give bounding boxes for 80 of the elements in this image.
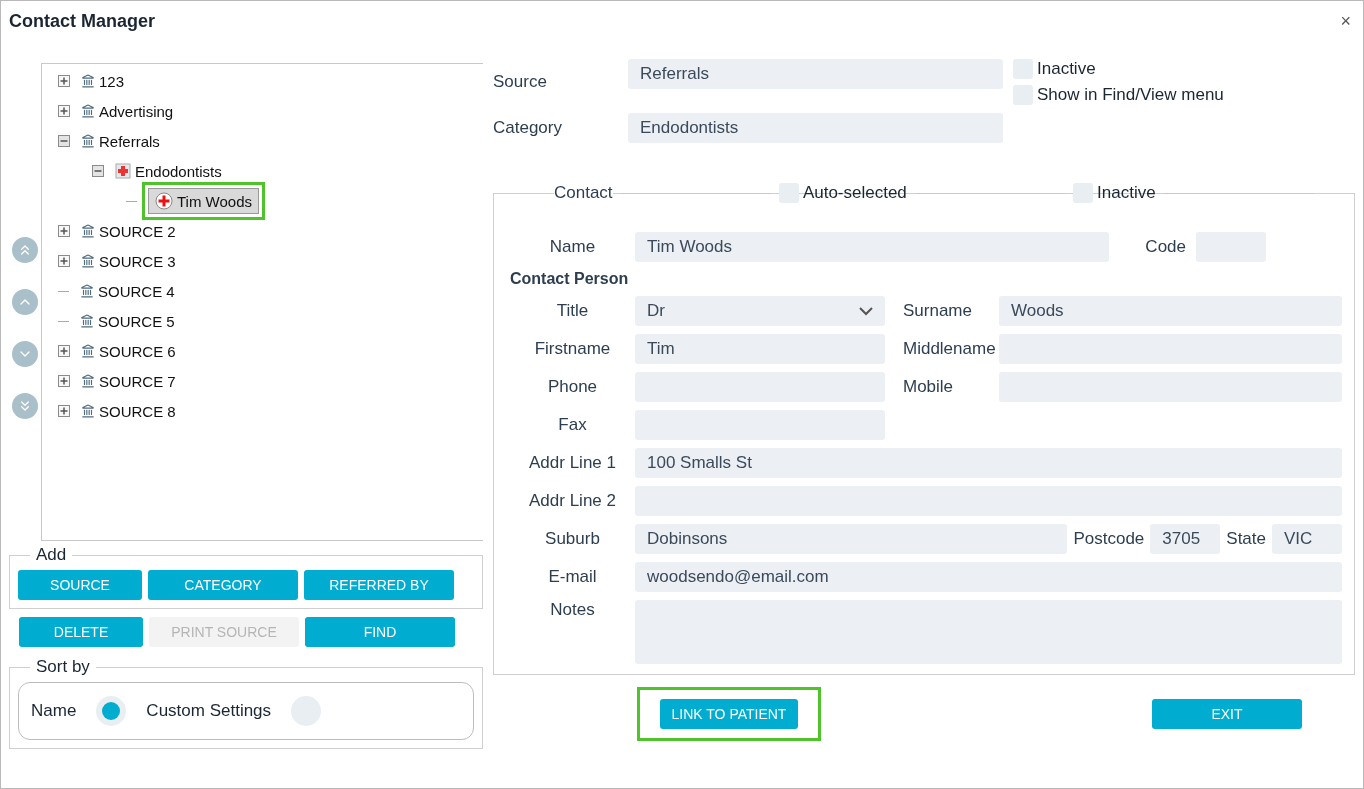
- tree-item[interactable]: 123: [81, 72, 125, 90]
- tree-item[interactable]: SOURCE 5: [80, 312, 175, 330]
- field-label: Mobile: [902, 377, 955, 397]
- input-field[interactable]: woodsendo@email.com: [635, 562, 1342, 592]
- bank-icon: [81, 374, 95, 388]
- move-top-button[interactable]: [12, 237, 38, 263]
- checkbox-label: Auto-selected: [802, 183, 907, 203]
- section-heading: Contact Person: [510, 270, 630, 288]
- bank-icon: [81, 224, 95, 238]
- close-button[interactable]: ×: [1336, 10, 1355, 32]
- window-title: Contact Manager: [9, 10, 156, 32]
- group-legend: Sort by: [30, 657, 96, 677]
- input-field[interactable]: Dobinsons: [635, 524, 1068, 554]
- move-bottom-button[interactable]: [12, 393, 38, 419]
- field-label: Addr Line 2: [528, 491, 617, 511]
- expand-icon[interactable]: [58, 105, 70, 117]
- expand-icon[interactable]: [58, 75, 70, 87]
- bank-icon: [81, 74, 95, 88]
- checkbox[interactable]: [778, 183, 799, 203]
- tree-item[interactable]: SOURCE 3: [81, 252, 176, 270]
- tree-item[interactable]: SOURCE 4: [80, 282, 175, 300]
- expand-icon[interactable]: [58, 405, 70, 417]
- bank-icon: [81, 134, 95, 148]
- tree-item[interactable]: SOURCE 6: [81, 342, 176, 360]
- checkbox[interactable]: [1073, 183, 1094, 203]
- checkbox-label: Show in Find/View menu: [1037, 85, 1224, 105]
- tree-item[interactable]: Advertising: [81, 102, 174, 120]
- input-field[interactable]: Tim Woods: [635, 232, 1110, 262]
- input-field[interactable]: Tim: [635, 334, 885, 364]
- field-label: Category: [493, 118, 563, 138]
- tree-item[interactable]: Referrals: [81, 132, 160, 150]
- field-label: Firstname: [533, 339, 612, 359]
- bank-icon: [81, 104, 95, 118]
- bank-icon: [80, 284, 94, 298]
- field-label: Fax: [557, 415, 588, 435]
- bank-icon: [81, 254, 95, 268]
- field-label: Source: [493, 72, 548, 92]
- radio-label: Custom Settings: [146, 701, 272, 721]
- checkbox-label: Inactive: [1037, 59, 1096, 79]
- medical-cross-icon: [155, 192, 173, 210]
- medical-folder-icon: [115, 163, 131, 179]
- checkbox-label: Inactive: [1097, 183, 1156, 203]
- input-field[interactable]: Referrals: [628, 59, 1003, 89]
- field-label: Name: [548, 237, 597, 257]
- expand-icon[interactable]: [58, 345, 70, 357]
- bank-icon: [81, 344, 95, 358]
- tree-item[interactable]: Endodontists: [115, 162, 222, 180]
- field-label: Surname: [902, 301, 973, 321]
- expand-icon[interactable]: [58, 255, 70, 267]
- field-label: Code: [1145, 237, 1186, 257]
- field-label: Title: [555, 301, 590, 321]
- field-label: Postcode: [1073, 529, 1145, 549]
- expand-icon[interactable]: [58, 375, 70, 387]
- field-label: Notes: [549, 600, 596, 620]
- move-up-button[interactable]: [12, 289, 38, 315]
- field-label: Addr Line 1: [528, 453, 617, 473]
- field-label: State: [1226, 529, 1266, 549]
- expand-icon[interactable]: [58, 225, 70, 237]
- tree-item[interactable]: SOURCE 2: [81, 222, 176, 240]
- field-label: Phone: [546, 377, 599, 397]
- chevron-down-icon: [859, 306, 873, 316]
- radio-label: Name: [31, 701, 77, 721]
- title-dropdown[interactable]: Dr: [635, 296, 885, 326]
- input-field[interactable]: Endodontists: [628, 113, 1003, 143]
- tree-item[interactable]: SOURCE 8: [81, 402, 176, 420]
- input-field[interactable]: Woods: [999, 296, 1342, 326]
- tree-item[interactable]: SOURCE 7: [81, 372, 176, 390]
- input-field[interactable]: 100 Smalls St: [635, 448, 1342, 478]
- bank-icon: [81, 404, 95, 418]
- field-label: E-mail: [547, 567, 598, 587]
- input-field[interactable]: VIC: [1272, 524, 1342, 554]
- collapse-icon[interactable]: [58, 135, 70, 147]
- move-down-button[interactable]: [12, 341, 38, 367]
- collapse-icon[interactable]: [92, 165, 104, 177]
- input-field[interactable]: 3705: [1150, 524, 1221, 554]
- field-label: Middlename: [902, 339, 997, 359]
- tree-item[interactable]: Tim Woods: [148, 188, 259, 214]
- bank-icon: [80, 314, 94, 328]
- radio-button[interactable]: [96, 696, 127, 726]
- field-label: Suburb: [544, 529, 601, 549]
